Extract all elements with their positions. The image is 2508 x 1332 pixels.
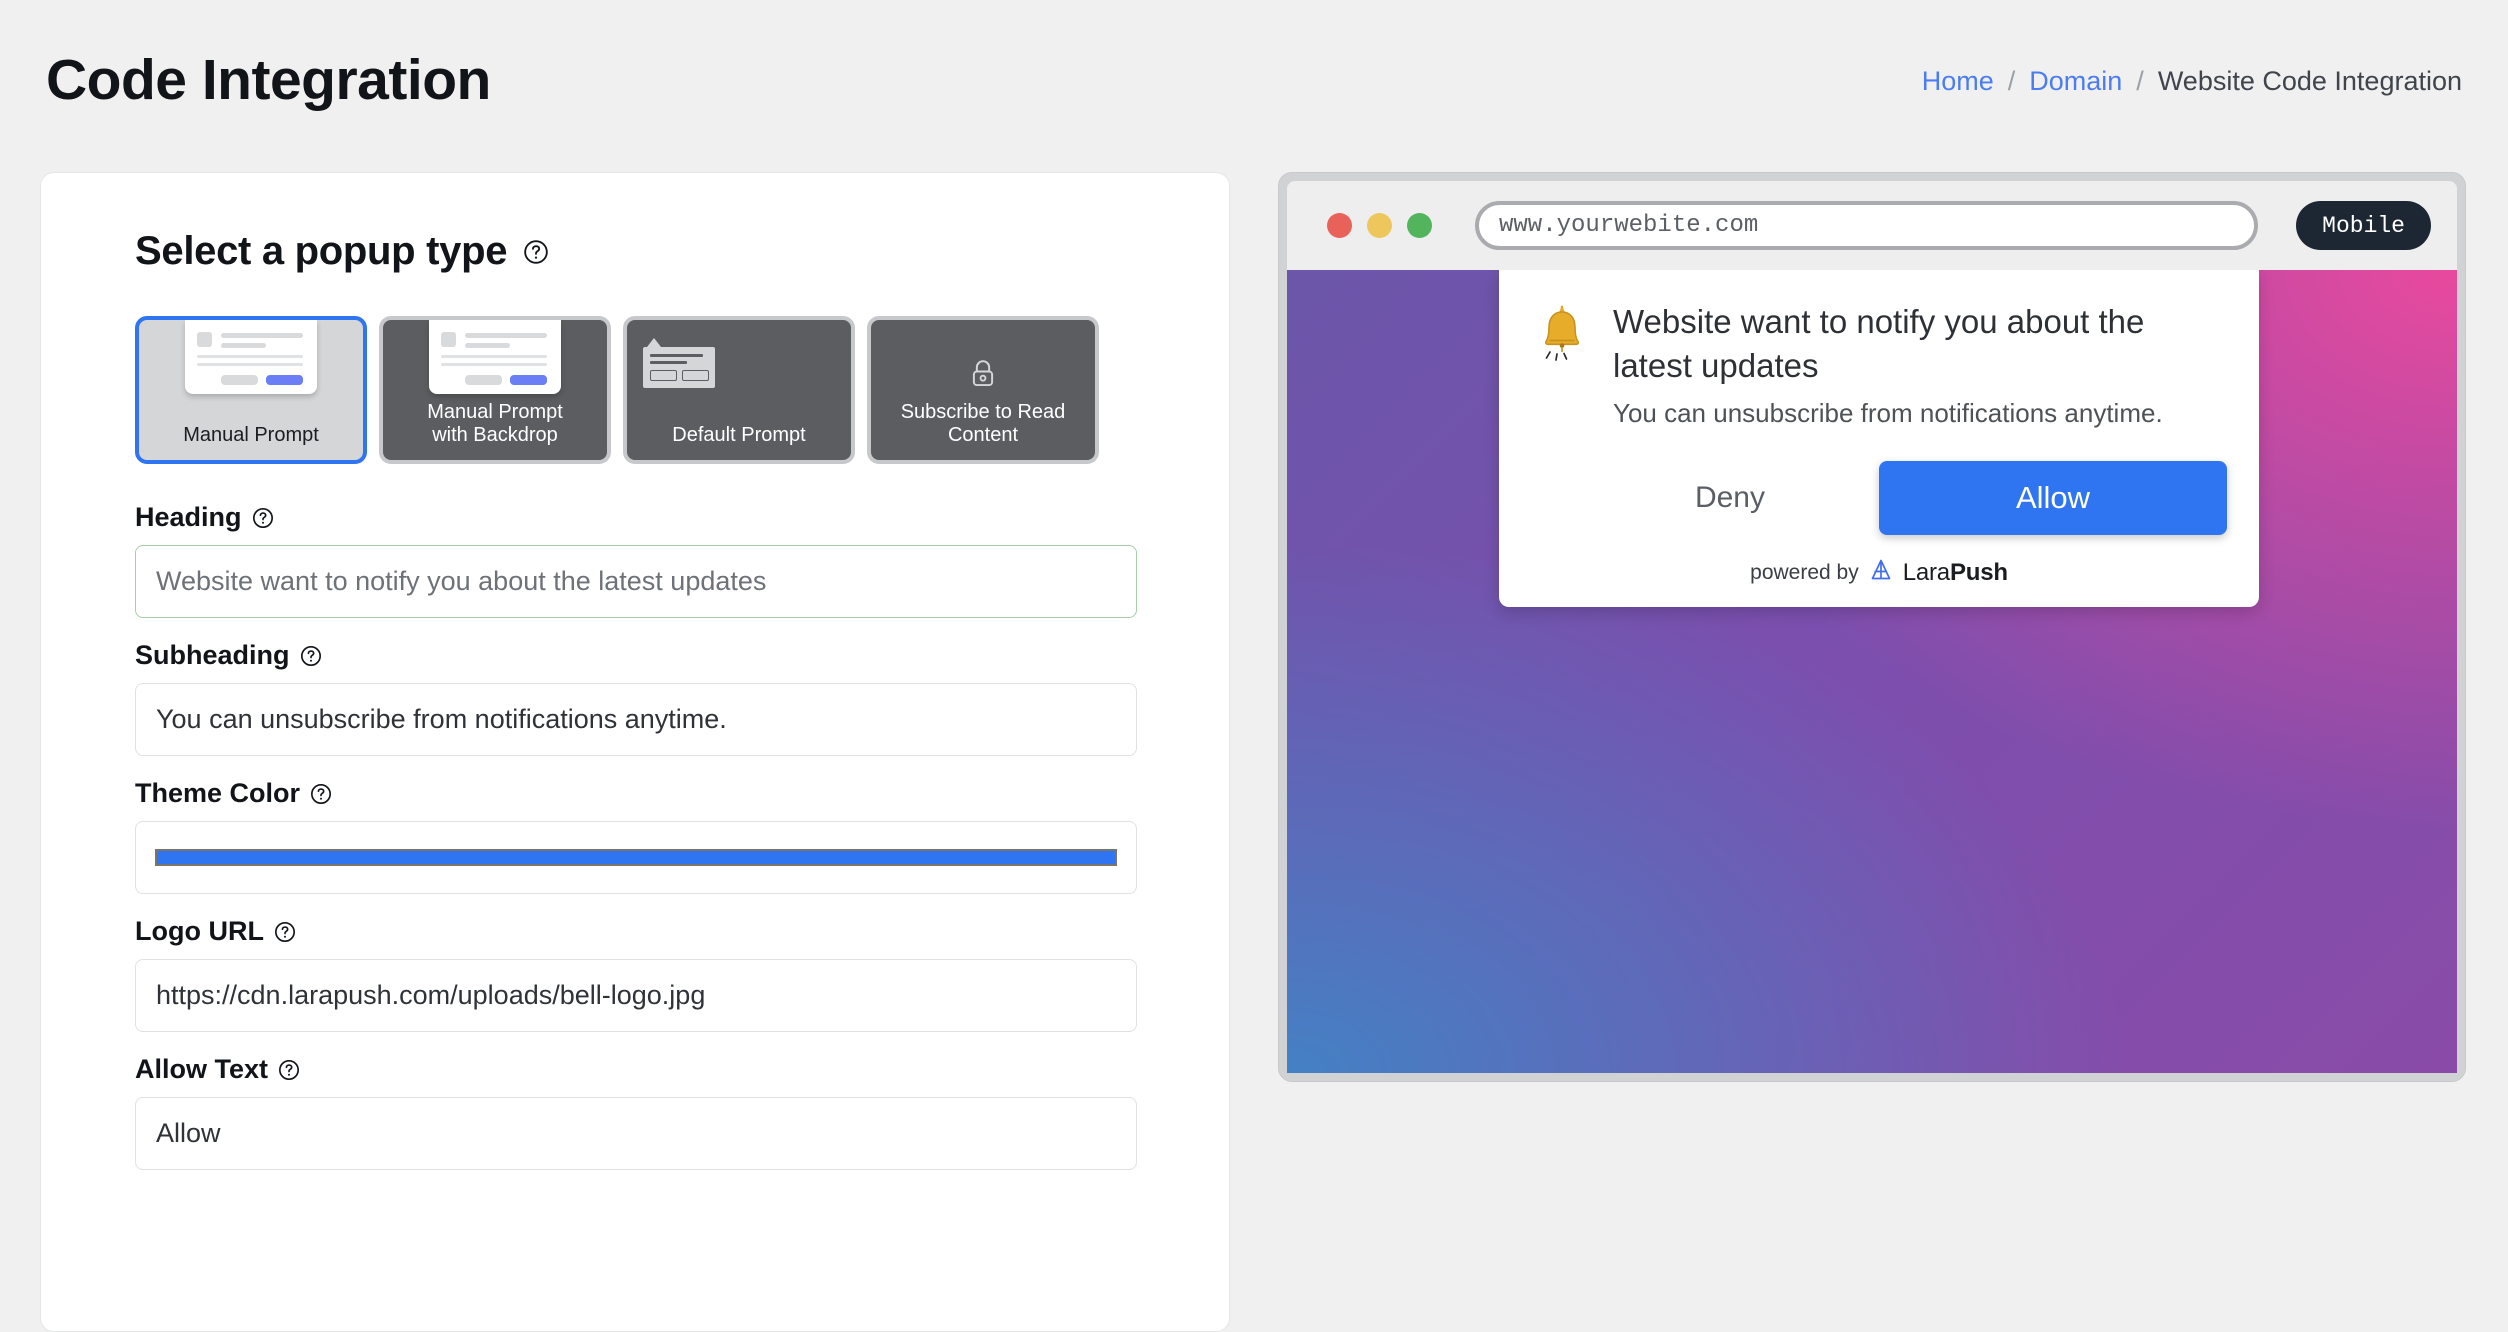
- popup-type-selector: Manual Prompt Manual Prompt with Backdro…: [135, 316, 1135, 464]
- mini-popup-body-line: [197, 355, 303, 358]
- breadcrumb: Home / Domain / Website Code Integration: [1922, 58, 2462, 97]
- popup-type-card-manual-prompt-with-backdrop[interactable]: Manual Prompt with Backdrop: [379, 316, 611, 464]
- mini-popup-logo-placeholder: [197, 332, 212, 347]
- field-label-heading: Heading: [135, 502, 1135, 533]
- page-title: Code Integration: [46, 48, 491, 112]
- field-label-text: Subheading: [135, 640, 290, 670]
- larapush-logo-icon: [1868, 557, 1894, 589]
- field-label-subheading: Subheading: [135, 640, 1135, 671]
- popup-settings-card: Select a popup type Manual Prompt Manual…: [40, 172, 1230, 1332]
- lock-icon: [871, 358, 1095, 390]
- powered-by-text: powered by: [1750, 560, 1859, 584]
- logo-url-input[interactable]: [135, 959, 1137, 1032]
- mini-popup-allow-button: [510, 375, 547, 385]
- deny-button[interactable]: Deny: [1655, 467, 1805, 529]
- manual-prompt-preview-icon: [185, 320, 317, 394]
- field-label-logo-url: Logo URL: [135, 916, 1135, 947]
- field-label-allow-text: Allow Text: [135, 1054, 1135, 1085]
- default-prompt-preview-icon: [643, 338, 715, 388]
- mini-popup-logo-placeholder: [441, 332, 456, 347]
- theme-color-swatch[interactable]: [155, 849, 1117, 866]
- help-circle-icon[interactable]: [274, 921, 296, 943]
- field-label-text: Allow Text: [135, 1054, 269, 1084]
- popup-type-label: Manual Prompt with Backdrop: [419, 401, 571, 448]
- field-label-theme-color: Theme Color: [135, 778, 1135, 809]
- mini-popup-allow-button: [266, 375, 303, 385]
- allow-button[interactable]: Allow: [1879, 460, 2227, 535]
- bubble-block-button: [650, 370, 677, 381]
- mini-popup-title-line: [221, 343, 267, 348]
- popup-type-label: Default Prompt: [672, 424, 806, 447]
- heading-input[interactable]: [135, 545, 1137, 618]
- notification-actions: Deny Allow: [1531, 460, 2227, 535]
- breadcrumb-link-home[interactable]: Home: [1922, 66, 1994, 97]
- close-window-dot-icon[interactable]: [1327, 213, 1352, 238]
- window-controls: [1305, 213, 1432, 238]
- bubble-text-line: [650, 361, 687, 364]
- brand-prefix: Lara: [1902, 558, 1950, 586]
- section-title-label: Select a popup type: [135, 229, 508, 273]
- help-circle-icon[interactable]: [278, 1059, 300, 1081]
- powered-by-row: powered by LaraPush: [1531, 557, 2227, 589]
- bubble-text-line: [650, 354, 704, 357]
- mini-popup-body-line: [197, 363, 303, 366]
- browser-chrome-bar: www.yourwebite.com Mobile: [1287, 181, 2457, 270]
- field-group-logo-url: Logo URL: [135, 916, 1137, 1032]
- breadcrumb-link-domain[interactable]: Domain: [2029, 66, 2122, 97]
- field-label-text: Theme Color: [135, 778, 301, 808]
- field-group-theme-color: Theme Color: [135, 778, 1137, 894]
- breadcrumb-separator-2: /: [2136, 66, 2144, 96]
- popup-type-card-subscribe-to-read-content[interactable]: Subscribe to Read Content: [867, 316, 1099, 464]
- field-group-subheading: Subheading: [135, 640, 1137, 756]
- popup-type-label: Subscribe to Read Content: [893, 401, 1074, 448]
- notification-subheading: You can unsubscribe from notifications a…: [1613, 398, 2163, 429]
- field-label-text: Logo URL: [135, 916, 264, 946]
- notification-text-block: Website want to notify you about the lat…: [1613, 298, 2227, 431]
- bubble-allow-button: [682, 370, 709, 381]
- mini-popup-deny-button: [221, 375, 258, 385]
- website-preview-viewport: Website want to notify you about the lat…: [1287, 270, 2457, 1073]
- theme-color-picker[interactable]: [135, 821, 1137, 894]
- brand-name: LaraPush: [1903, 559, 2008, 587]
- popup-type-card-manual-prompt[interactable]: Manual Prompt: [135, 316, 367, 464]
- device-toggle-button[interactable]: Mobile: [2296, 201, 2431, 250]
- breadcrumb-current-page: Website Code Integration: [2157, 66, 2462, 96]
- mini-popup-deny-button: [465, 375, 502, 385]
- help-circle-icon[interactable]: [523, 239, 549, 265]
- popup-type-label-line2: with Backdrop: [432, 424, 558, 447]
- manual-prompt-backdrop-preview-icon: [429, 320, 561, 394]
- allow-text-input[interactable]: [135, 1097, 1137, 1170]
- bell-logo-icon: [1531, 298, 1593, 375]
- brand-suffix: Push: [1949, 558, 2008, 586]
- minimize-window-dot-icon[interactable]: [1367, 213, 1392, 238]
- help-circle-icon[interactable]: [300, 645, 322, 667]
- help-circle-icon[interactable]: [310, 783, 332, 805]
- section-title-select-popup-type: Select a popup type: [135, 229, 1135, 274]
- help-circle-icon[interactable]: [252, 507, 274, 529]
- browser-url-bar[interactable]: www.yourwebite.com: [1475, 201, 2259, 250]
- maximize-window-dot-icon[interactable]: [1407, 213, 1432, 238]
- popup-type-label-line2: Content: [947, 424, 1019, 447]
- live-preview-panel: www.yourwebite.com Mobile Website want t…: [1278, 172, 2466, 1082]
- subheading-input[interactable]: [135, 683, 1137, 756]
- notification-heading: Website want to notify you about the lat…: [1613, 303, 2145, 384]
- field-group-allow-text: Allow Text: [135, 1054, 1137, 1170]
- mini-popup-body-line: [441, 355, 547, 358]
- mini-popup-body-line: [441, 363, 547, 366]
- mini-popup-title-line: [465, 333, 547, 338]
- field-label-text: Heading: [135, 502, 242, 532]
- notification-popup-body: Website want to notify you about the lat…: [1531, 298, 2227, 431]
- page-header: Code Integration Home / Domain / Website…: [0, 0, 2508, 155]
- browser-url-text: www.yourwebite.com: [1499, 212, 1759, 239]
- breadcrumb-separator-1: /: [2007, 66, 2016, 96]
- popup-type-label: Manual Prompt: [183, 424, 319, 447]
- popup-type-label-line1: Manual Prompt: [427, 400, 563, 423]
- bubble-pointer: [647, 338, 661, 347]
- popup-type-label-line1: Subscribe to Read: [900, 400, 1066, 423]
- notification-permission-popup: Website want to notify you about the lat…: [1499, 270, 2259, 607]
- mini-popup-title-line: [465, 343, 511, 348]
- mini-popup-title-line: [221, 333, 303, 338]
- field-group-heading: Heading: [135, 502, 1137, 618]
- popup-type-card-default-prompt[interactable]: Default Prompt: [623, 316, 855, 464]
